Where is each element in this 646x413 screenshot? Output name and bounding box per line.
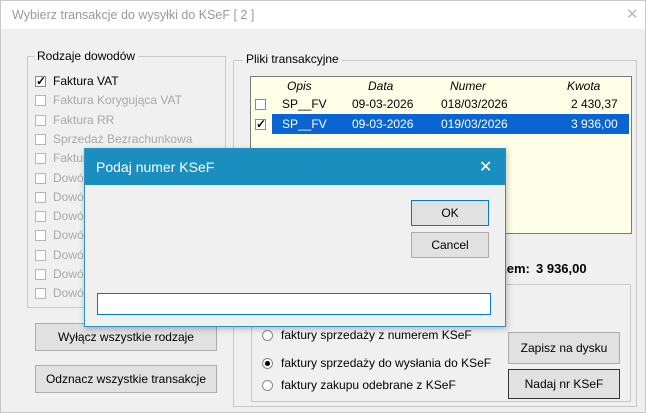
document-type-checkbox [35,249,46,261]
ok-label: OK [441,206,459,220]
uncheck-all-transactions-label: Odznacz wszystkie transakcje [45,372,207,386]
row-kwota: 3 936,00 [571,117,618,131]
window-close-icon[interactable]: ✕ [626,5,639,23]
column-header-kwota: Kwota [567,79,601,93]
row-kwota: 2 430,37 [571,97,618,111]
radio-button[interactable] [262,330,273,341]
row-opis: SP__FV [282,97,327,111]
row-data: 09-03-2026 [352,117,414,131]
document-type-checkbox [35,114,46,126]
document-type-checkbox [35,133,46,145]
cancel-button[interactable]: Cancel [411,232,489,258]
check-icon: ✓ [36,74,47,88]
disable-all-types-button[interactable]: Wyłącz wszystkie rodzaje [35,323,217,351]
radio-button[interactable] [262,380,273,391]
row-opis: SP__FV [282,117,327,131]
save-to-disk-label: Zapisz na dysku [520,341,608,355]
transaction-files-legend: Pliki transakcyjne [243,52,342,66]
document-type-checkbox-checked[interactable]: ✓ [35,74,47,88]
document-type-checkbox [35,269,46,280]
dialog-close-icon[interactable]: ✕ [479,157,492,177]
radio-purchases-received-label: faktury zakupu odebrane z KSeF [281,378,456,392]
column-header-opis: Opis [287,79,312,93]
ok-button[interactable]: OK [411,200,489,226]
column-header-numer: Numer [450,79,487,93]
document-type-checkbox [35,95,46,107]
document-type-checkbox [35,153,46,165]
document-type-label: Faktur [53,151,88,166]
radio-button-selected[interactable] [262,358,273,369]
document-type-item: Faktura RR [35,113,217,129]
document-type-item: Faktura Korygująca VAT [35,93,217,109]
assign-ksef-number-button[interactable]: Nadaj nr KSeF [508,369,620,399]
document-type-label: Sprzedaż Bezrachunkowa [53,131,193,146]
row-checkbox-checked[interactable]: ✓ [255,117,266,131]
document-type-label: Faktura VAT [53,74,119,88]
document-type-item: Sprzedaż Bezrachunkowa [35,132,217,148]
total-value: 3 936,00 [536,261,587,276]
table-row-selected[interactable]: ✓ SP__FV 09-03-2026 019/03/2026 3 936,00 [251,114,629,134]
document-type-checkbox [35,230,46,242]
document-type-label: Faktura RR [53,112,115,127]
disable-all-types-label: Wyłącz wszystkie rodzaje [58,330,194,344]
row-numer: 018/03/2026 [441,97,508,111]
document-type-checkbox [35,191,46,203]
window-title: Wybierz transakcje do wysyłki do KSeF [ … [12,8,255,22]
radio-sales-with-number-label: faktury sprzedaży z numerem KSeF [281,328,472,342]
save-to-disk-button[interactable]: Zapisz na dysku [508,332,620,364]
row-numer: 019/03/2026 [441,117,508,131]
uncheck-all-transactions-button[interactable]: Odznacz wszystkie transakcje [35,365,217,393]
row-checkbox[interactable] [255,99,266,110]
document-type-item[interactable]: ✓ Faktura VAT [35,74,217,90]
document-type-checkbox [35,288,46,300]
table-row[interactable]: SP__FV 09-03-2026 018/03/2026 2 430,37 [251,95,629,114]
column-header-data: Data [368,79,394,93]
cancel-label: Cancel [431,238,469,252]
dialog-title: Podaj numer KSeF [96,159,215,175]
row-data: 09-03-2026 [352,97,414,111]
document-type-checkbox [35,172,46,184]
radio-sales-to-send-label: faktury sprzedaży do wysłania do KSeF [281,356,492,370]
ksef-number-input[interactable] [97,293,491,315]
document-type-label: Faktura Korygująca VAT [53,93,182,108]
document-type-checkbox [35,211,46,223]
document-types-legend: Rodzaje dowodów [34,49,139,63]
ksef-number-dialog: Podaj numer KSeF ✕ OK Cancel [84,148,506,327]
assign-ksef-number-label: Nadaj nr KSeF [524,377,604,391]
